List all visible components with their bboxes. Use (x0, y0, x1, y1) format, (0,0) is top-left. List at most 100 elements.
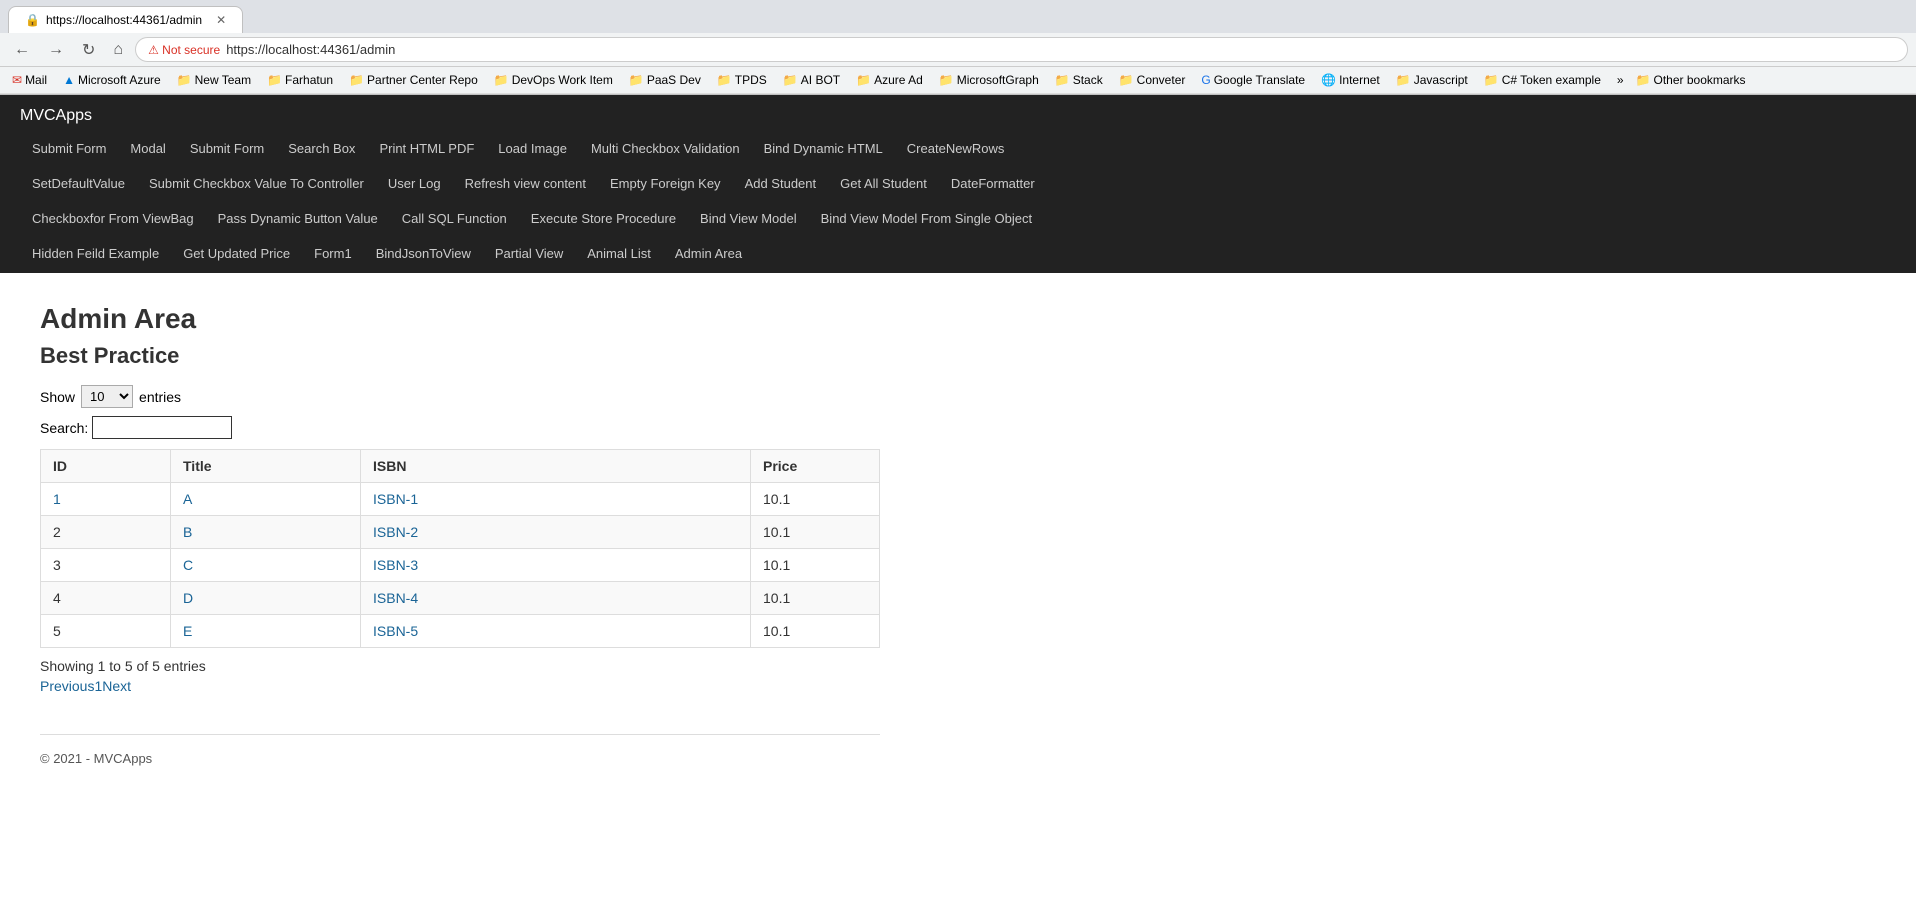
nav-date-formatter[interactable]: DateFormatter (939, 168, 1047, 199)
other-bookmarks[interactable]: 📁 Other bookmarks (1632, 71, 1750, 89)
cell-price: 10.1 (751, 615, 880, 648)
table-row: 4DISBN-410.1 (41, 582, 880, 615)
nav-row-1: Submit Form Modal Submit Form Search Box… (20, 133, 1896, 168)
header-row: ID Title ISBN Price (41, 450, 880, 483)
bookmark-tpds[interactable]: 📁 TPDS (713, 71, 771, 89)
bookmark-azure[interactable]: ▲ Microsoft Azure (59, 71, 165, 89)
nav-submit-form-1[interactable]: Submit Form (20, 133, 118, 164)
bookmark-aibot[interactable]: 📁 AI BOT (779, 71, 844, 89)
show-entries-row: Show 10 25 50 100 entries (40, 385, 1876, 408)
url-display: https://localhost:44361/admin (226, 42, 395, 57)
row-isbn-link[interactable]: ISBN-4 (373, 590, 418, 606)
cell-title: E (171, 615, 361, 648)
bookmark-stack[interactable]: 📁 Stack (1051, 71, 1107, 89)
nav-bind-dynamic-html[interactable]: Bind Dynamic HTML (752, 133, 895, 164)
azure-icon: ▲ (63, 73, 75, 87)
pagination-previous[interactable]: Previous (40, 678, 94, 694)
nav-submit-checkbox[interactable]: Submit Checkbox Value To Controller (137, 168, 376, 199)
bookmark-msgraph[interactable]: 📁 MicrosoftGraph (935, 71, 1043, 89)
bookmark-conveter[interactable]: 📁 Conveter (1115, 71, 1190, 89)
tab-close-icon[interactable]: ✕ (216, 13, 226, 27)
bookmark-paas[interactable]: 📁 PaaS Dev (625, 71, 705, 89)
row-title-link[interactable]: A (183, 491, 192, 507)
nav-multi-checkbox[interactable]: Multi Checkbox Validation (579, 133, 752, 164)
active-tab[interactable]: 🔒 https://localhost:44361/admin ✕ (8, 6, 243, 33)
row-id-link[interactable]: 1 (53, 491, 61, 507)
nav-row-4: Hidden Feild Example Get Updated Price F… (20, 238, 1896, 273)
nav-print-html[interactable]: Print HTML PDF (367, 133, 486, 164)
folder-icon-other: 📁 (1636, 73, 1651, 87)
nav-modal[interactable]: Modal (118, 133, 177, 164)
bookmark-newteam[interactable]: 📁 New Team (173, 71, 255, 89)
nav-hidden-field[interactable]: Hidden Feild Example (20, 238, 171, 269)
row-title-link[interactable]: E (183, 623, 192, 639)
col-title: Title (171, 450, 361, 483)
show-label: Show (40, 389, 75, 405)
cell-isbn: ISBN-5 (361, 615, 751, 648)
entries-select[interactable]: 10 25 50 100 (81, 385, 133, 408)
pagination-next[interactable]: Next (102, 678, 131, 694)
nav-execute-store[interactable]: Execute Store Procedure (519, 203, 688, 234)
col-isbn: ISBN (361, 450, 751, 483)
back-button[interactable]: ← (8, 39, 36, 61)
folder-icon-12: 📁 (1396, 73, 1411, 87)
bookmark-farhatun[interactable]: 📁 Farhatun (263, 71, 337, 89)
internet-icon: 🌐 (1321, 73, 1336, 87)
nav-empty-fk[interactable]: Empty Foreign Key (598, 168, 733, 199)
cell-isbn: ISBN-4 (361, 582, 751, 615)
app-brand[interactable]: MVCApps (20, 95, 1896, 133)
table-row: 5EISBN-510.1 (41, 615, 880, 648)
main-content: Admin Area Best Practice Show 10 25 50 1… (0, 273, 1916, 796)
nav-search-box[interactable]: Search Box (276, 133, 367, 164)
nav-refresh-view[interactable]: Refresh view content (453, 168, 598, 199)
section-title: Best Practice (40, 343, 1876, 369)
nav-admin-area[interactable]: Admin Area (663, 238, 754, 269)
nav-get-all-student[interactable]: Get All Student (828, 168, 939, 199)
home-button[interactable]: ⌂ (107, 39, 129, 61)
nav-checkbox-viewbag[interactable]: Checkboxfor From ViewBag (20, 203, 206, 234)
cell-price: 10.1 (751, 582, 880, 615)
nav-load-image[interactable]: Load Image (486, 133, 579, 164)
row-isbn-link[interactable]: ISBN-3 (373, 557, 418, 573)
pagination: Previous1Next (40, 678, 1876, 694)
col-price: Price (751, 450, 880, 483)
nav-bind-json[interactable]: BindJsonToView (364, 238, 483, 269)
bookmark-azuread[interactable]: 📁 Azure Ad (852, 71, 927, 89)
bookmark-mail[interactable]: ✉ Mail (8, 71, 51, 89)
nav-pass-dynamic[interactable]: Pass Dynamic Button Value (206, 203, 390, 234)
row-isbn-link[interactable]: ISBN-2 (373, 524, 418, 540)
nav-submit-form-2[interactable]: Submit Form (178, 133, 276, 164)
bookmark-partner[interactable]: 📁 Partner Center Repo (345, 71, 482, 89)
nav-set-default[interactable]: SetDefaultValue (20, 168, 137, 199)
table-row: 3CISBN-310.1 (41, 549, 880, 582)
nav-bind-view-model[interactable]: Bind View Model (688, 203, 809, 234)
nav-partial-view[interactable]: Partial View (483, 238, 575, 269)
nav-user-log[interactable]: User Log (376, 168, 453, 199)
bookmark-csharp[interactable]: 📁 C# Token example (1480, 71, 1605, 89)
more-bookmarks[interactable]: » (1617, 73, 1624, 87)
search-input[interactable] (92, 416, 232, 439)
table-header: ID Title ISBN Price (41, 450, 880, 483)
forward-button[interactable]: → (42, 39, 70, 61)
nav-bind-view-model-single[interactable]: Bind View Model From Single Object (809, 203, 1044, 234)
bookmark-devops[interactable]: 📁 DevOps Work Item (490, 71, 617, 89)
address-bar[interactable]: ⚠ Not secure https://localhost:44361/adm… (135, 37, 1908, 62)
nav-get-updated-price[interactable]: Get Updated Price (171, 238, 302, 269)
entries-label: entries (139, 389, 181, 405)
row-title-link[interactable]: B (183, 524, 192, 540)
nav-call-sql[interactable]: Call SQL Function (390, 203, 519, 234)
row-isbn-link[interactable]: ISBN-5 (373, 623, 418, 639)
row-isbn-link[interactable]: ISBN-1 (373, 491, 418, 507)
nav-create-new-rows[interactable]: CreateNewRows (895, 133, 1017, 164)
bookmark-js[interactable]: 📁 Javascript (1392, 71, 1472, 89)
bookmark-google[interactable]: G Google Translate (1197, 71, 1309, 89)
reload-button[interactable]: ↻ (76, 38, 101, 62)
nav-add-student[interactable]: Add Student (733, 168, 829, 199)
nav-animal-list[interactable]: Animal List (575, 238, 663, 269)
row-title-link[interactable]: D (183, 590, 193, 606)
folder-icon-10: 📁 (1055, 73, 1070, 87)
bookmark-internet[interactable]: 🌐 Internet (1317, 71, 1384, 89)
row-title-link[interactable]: C (183, 557, 193, 573)
search-row: Search: (40, 416, 1876, 439)
nav-form1[interactable]: Form1 (302, 238, 364, 269)
